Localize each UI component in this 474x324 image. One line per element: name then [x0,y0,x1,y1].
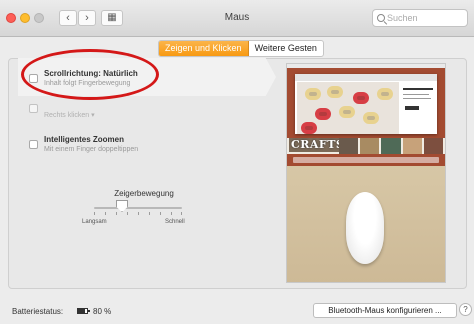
preview-cup [301,122,317,134]
bluetooth-mouse-setup-button[interactable]: Bluetooth-Maus konfigurieren ... [313,303,457,318]
tab-more-gestures[interactable]: Weitere Gesten [249,41,323,56]
preview-photo [297,82,399,134]
secondary-click-subtitle[interactable]: Rechts klicken ▾ [44,111,95,120]
tab-bar: Zeigen und Klicken Weitere Gesten [158,40,324,57]
slider-max-label: Schnell [165,219,185,225]
preview-thumbnail [360,138,380,154]
preview-menubar [287,64,445,68]
slider-tick [181,212,182,215]
smart-zoom-option: Intelligentes Zoomen Mit einem Finger do… [44,135,138,154]
preview-text-line [403,98,431,99]
preview-button [405,106,419,110]
slider-tick [105,212,106,215]
search-icon [377,14,385,22]
preview-heading [403,88,433,90]
tracking-speed-slider[interactable] [94,207,182,209]
preview-site-name: CRAFTS [289,138,347,152]
search-field[interactable] [372,9,468,27]
help-button[interactable]: ? [459,303,472,316]
slider-tick [127,212,128,215]
preview-thumbnail [339,138,359,154]
battery-status-label: Batteriestatus: [12,307,64,316]
preview-cup [377,88,393,100]
preview-cup [339,106,355,118]
preview-thumbnail [381,138,401,154]
slider-tick [138,212,139,215]
slider-tick [149,212,150,215]
smart-zoom-title: Intelligentes Zoomen [44,135,125,144]
preview-browser-window [295,74,437,134]
slider-min-label: Langsam [82,219,107,225]
battery-icon [77,308,90,314]
preview-cup [315,108,331,120]
preview-thumbnail [402,138,422,154]
gesture-preview: CRAFTS [286,63,446,283]
preview-text-line [403,94,429,95]
slider-tick [116,212,117,215]
preview-cup [305,88,321,100]
secondary-click-option: Rechts klicken ▾ [44,111,95,120]
search-input[interactable] [387,11,465,25]
preview-thumbnails [339,138,444,154]
smart-zoom-subtitle: Mit einem Finger doppeltippen [44,146,139,153]
secondary-click-checkbox[interactable] [29,104,38,113]
preview-thumbnail [423,138,444,154]
slider-tick [94,212,95,215]
title-bar: ‹ › ▦ Maus [0,0,474,37]
tab-point-and-click[interactable]: Zeigen und Klicken [159,41,249,56]
smart-zoom-checkbox[interactable] [29,140,38,149]
preview-cup [327,86,343,98]
preview-browser-toolbar [295,74,437,81]
slider-tick [171,212,172,215]
battery-status-value: 80 % [93,307,112,316]
mouse-preferences-window: ‹ › ▦ Maus Zeigen und Klicken Weitere Ge… [0,0,474,324]
preview-cup [353,92,369,104]
preview-screen: CRAFTS [287,64,445,166]
slider-tick [160,212,161,215]
preview-dock [293,157,439,163]
tracking-speed-label: Zeigerbewegung [114,189,174,198]
red-annotation-ellipse [21,49,159,100]
preview-cup [363,112,379,124]
magic-mouse-image [346,192,384,264]
